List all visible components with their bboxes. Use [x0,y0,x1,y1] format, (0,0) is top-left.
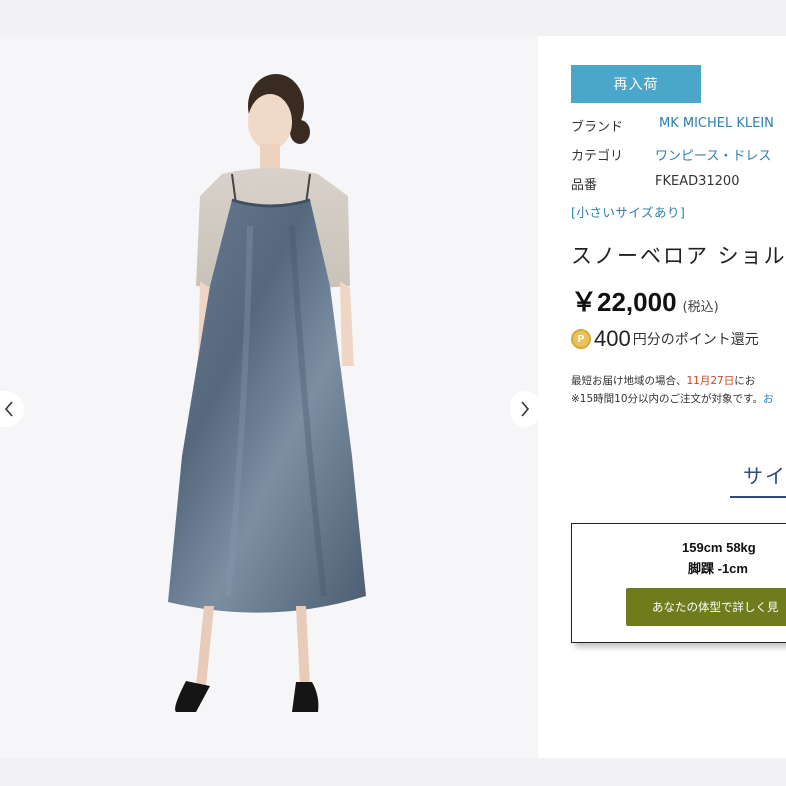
point-coin-icon: P [571,329,591,349]
restock-badge[interactable]: 再入荷 [571,65,701,103]
brand-label: ブランド [571,120,624,135]
brand-link[interactable]: MK MICHEL KLEIN [659,116,774,131]
points-text: 円分のポイント還元 [632,332,759,348]
fit-measurements: 159cm 58kg [682,540,756,555]
points-value: 400 [594,326,631,351]
delivery-link[interactable]: お [763,393,774,405]
price-row: ￥22,000 (税込) [571,282,719,319]
delivery-text: 最短お届け地域の場合、 [571,375,687,387]
points-row: P 400 円分のポイント還元 [571,326,759,352]
fit-info-box: 159cm 58kg 脚踝 -1cm あなたの体型で詳しく見 [571,523,786,643]
chevron-left-icon [4,401,13,417]
product-info-panel: 再入荷 ブランド MK MICHEL KLEIN カテゴリ ワンピース・ドレス … [538,36,786,758]
product-code-label: 品番 [571,178,598,193]
product-title: スノーベロア ショル [571,244,786,268]
delivery-text-tail: にお [734,375,756,387]
category-label: カテゴリ [571,149,624,164]
gallery-next-button[interactable] [510,391,538,427]
size-section-heading: サイ [743,464,786,488]
chevron-right-icon [521,401,530,417]
category-link[interactable]: ワンピース・ドレス [655,145,771,164]
delivery-info: 最短お届け地域の場合、11月27日にお ※15時間10分以内のご注文が対象です。… [571,372,773,408]
small-size-link[interactable]: [小さいサイズあり] [571,202,685,221]
product-code: FKEAD31200 [655,174,740,189]
size-heading-underline [730,496,786,498]
body-fit-button[interactable]: あなたの体型で詳しく見 [626,588,786,626]
price: ￥22,000 [571,287,677,317]
product-image-gallery[interactable] [0,36,538,758]
delivery-line-2: ※15時間10分以内のご注文が対象です。お [571,390,773,408]
product-photo [168,74,366,712]
tax-note: (税込) [682,300,719,315]
fit-ankle: 脚踝 -1cm [688,561,748,576]
delivery-date: 11月27日 [686,375,735,387]
delivery-line-1: 最短お届け地域の場合、11月27日にお [571,372,773,390]
delivery-note: ※15時間10分以内のご注文が対象です。 [571,393,763,405]
